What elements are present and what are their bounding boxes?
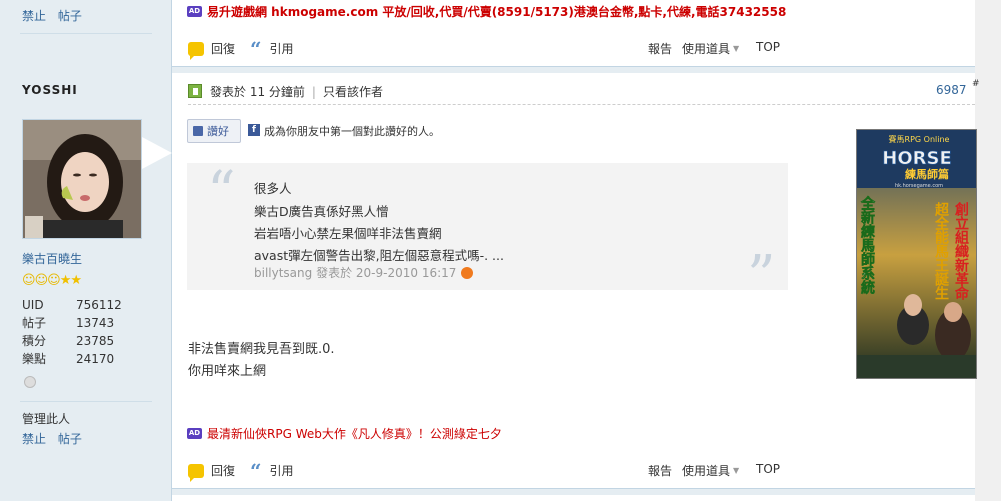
sidebar-divider <box>20 33 152 34</box>
smile-icon: ☺ <box>22 273 36 288</box>
reply-icon <box>188 41 204 60</box>
ad-text[interactable]: 最清新仙俠RPG Web大作《凡人修真》！公測綠定七夕 <box>207 425 502 442</box>
right-gutter <box>975 0 1001 501</box>
banner-slogan: 超全能馬王誕生 <box>933 201 950 300</box>
post-actionbar: 回復 “ 引用 報告 使用道具 ▼ TOP <box>172 456 975 484</box>
smile-icon: ☺ <box>47 273 61 288</box>
tools-dropdown[interactable]: 使用道具 ▼ <box>682 40 739 57</box>
top-admin-links: 禁止 帖子 <box>22 7 90 24</box>
top-link[interactable]: TOP <box>756 462 780 476</box>
usergroup-title[interactable]: 樂古百曉生 <box>22 250 82 267</box>
floor-mark: # <box>972 79 980 89</box>
banner-brand: 賽馬RPG Online <box>889 134 950 144</box>
banner-ad[interactable]: 賽馬RPG Online HORSE 練馬師篇 hk.horsegame.com… <box>856 129 977 379</box>
only-author-link[interactable]: 只看該作者 <box>323 85 383 99</box>
username[interactable]: YOSSHI <box>22 83 78 97</box>
stat-row: UID 756112 <box>22 298 122 312</box>
smile-icon: ☺ <box>34 273 49 288</box>
report-link[interactable]: 報告 <box>648 40 672 57</box>
banner-title: 練馬師篇 <box>905 167 949 181</box>
post-separator <box>172 488 975 495</box>
online-status-icon <box>188 84 202 98</box>
chevron-down-icon: ▼ <box>733 466 740 475</box>
top-link[interactable]: TOP <box>756 40 780 54</box>
ad-badge: AD <box>187 6 202 17</box>
bottom-admin-links: 禁止 帖子 <box>22 430 90 447</box>
star-icon: ★ <box>70 273 82 288</box>
author-sidebar: 禁止 帖子 YOSSHI 樂古百曉生 ☺☺☺★★ UID 756112 帖子 137… <box>0 0 172 501</box>
posts-link[interactable]: 帖子 <box>58 432 82 446</box>
quote-line: avast彈左個警告出黎,阻左個惡意程式嗎-. ... <box>254 248 504 263</box>
quote-time: 發表於 20-9-2010 16:17 <box>316 266 457 280</box>
like-description: 成為你朋友中第一個對此讚好的人。 <box>264 125 440 138</box>
quote-block: “ ” 很多人 樂古D廣告真係好黑人憎 岩岩唔小心禁左果個咩非法售賣網 avas… <box>187 160 788 305</box>
rank-stars: ☺☺☺★★ <box>22 273 82 288</box>
report-link[interactable]: 報告 <box>648 462 672 479</box>
stat-row: 帖子 13743 <box>22 316 115 330</box>
ad-badge: AD <box>187 428 202 439</box>
ban-link[interactable]: 禁止 <box>22 9 46 23</box>
medal-icon[interactable] <box>24 376 36 388</box>
quote-button[interactable]: “ 引用 <box>250 458 294 483</box>
banner-logo: HORSE <box>882 148 952 169</box>
reply-button[interactable]: 回復 <box>188 40 235 60</box>
stat-row: 積分 23785 <box>22 334 115 348</box>
post-actionbar: 回復 “ 引用 報告 使用道具 ▼ TOP <box>172 34 975 62</box>
banner-slogan: 全新練馬師系統 <box>859 195 876 295</box>
post-header: 發表於 11 分鐘前 | 只看該作者 6987 # <box>172 76 980 104</box>
quote-icon: “ <box>250 36 262 61</box>
profile-pointer <box>142 137 172 169</box>
posted-time: 發表於 11 分鐘前 <box>210 85 305 99</box>
post-meta: 發表於 11 分鐘前 | 只看該作者 <box>210 85 383 99</box>
header-divider <box>188 104 975 105</box>
reply-button[interactable]: 回復 <box>188 462 235 482</box>
avatar[interactable] <box>22 119 142 239</box>
tools-dropdown[interactable]: 使用道具 ▼ <box>682 462 739 479</box>
post-body-line: 非法售賣網我見吾到既.0. <box>188 342 335 357</box>
user-stats: UID 756112 帖子 13743 積分 23785 樂點 24170 <box>22 296 132 368</box>
star-icon: ★ <box>59 273 72 288</box>
post-separator <box>172 66 975 73</box>
like-button[interactable]: 讚好 <box>187 119 241 143</box>
close-quote-icon: ” <box>747 244 776 309</box>
bottom-text-ad[interactable]: AD 最清新仙俠RPG Web大作《凡人修真》！公測綠定七夕 <box>187 425 502 442</box>
floor-number[interactable]: 6987 <box>936 83 967 97</box>
posts-link[interactable]: 帖子 <box>58 9 82 23</box>
facebook-icon: f <box>248 124 260 136</box>
jump-to-post-icon[interactable] <box>461 266 474 279</box>
ban-link[interactable]: 禁止 <box>22 432 46 446</box>
quote-meta: billytsang 發表於 20-9-2010 16:17 <box>254 264 474 281</box>
manage-user-label: 管理此人 <box>22 412 71 426</box>
sidebar-divider <box>20 401 152 402</box>
open-quote-icon: “ <box>207 160 236 225</box>
thumbs-up-icon <box>193 126 203 136</box>
quote-author: billytsang <box>254 265 313 280</box>
quote-button[interactable]: “ 引用 <box>250 36 294 61</box>
reply-icon <box>188 463 204 482</box>
banner-slogan: 創立組織新革命 <box>953 201 970 301</box>
top-text-ad[interactable]: AD 易升遊戲網 hkmogame.com 平放/回收,代買/代賣(8591/5… <box>187 3 786 20</box>
quote-icon: “ <box>250 458 262 483</box>
post-body-line: 你用咩來上網 <box>188 364 267 379</box>
quote-line: 樂古D廣告真係好黑人憎 <box>254 204 389 219</box>
stat-row: 樂點 24170 <box>22 352 115 366</box>
quote-line: 很多人 <box>254 181 292 196</box>
quote-line: 岩岩唔小心禁左果個咩非法售賣網 <box>254 226 442 241</box>
ad-text[interactable]: 易升遊戲網 hkmogame.com 平放/回收,代買/代賣(8591/5173… <box>207 3 786 20</box>
banner-url: hk.horsegame.com <box>895 183 943 189</box>
chevron-down-icon: ▼ <box>733 44 740 53</box>
